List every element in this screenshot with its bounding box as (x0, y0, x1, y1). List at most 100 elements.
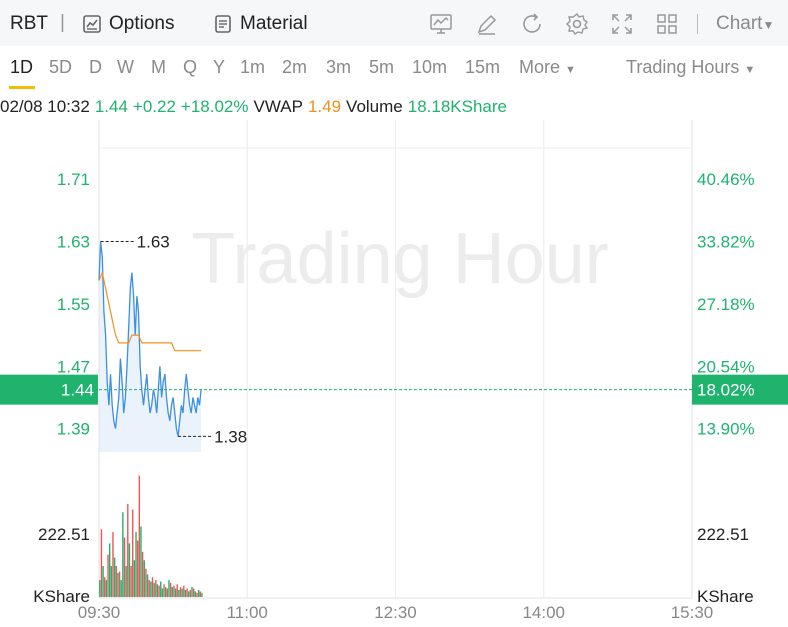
volume-value: 18.18KShare (407, 97, 507, 116)
volume-bar (173, 585, 175, 597)
volume-bar (150, 581, 152, 597)
volume-bar (155, 580, 157, 597)
time-tick-label: 09:30 (78, 603, 121, 622)
volume-bar (199, 591, 201, 597)
volume-bar (169, 582, 172, 597)
current-percent-tag-label: 18.02% (697, 381, 755, 400)
volume-bar (143, 560, 145, 597)
fullscreen-icon[interactable] (610, 12, 634, 36)
more-dropdown[interactable]: More ▼ (519, 57, 576, 78)
volume-bar (181, 588, 183, 597)
volume-bar (118, 571, 121, 597)
volume-bar (153, 582, 155, 597)
volume-bar (141, 551, 144, 597)
volume-bar (100, 529, 103, 597)
high-marker-label: 1.63 (137, 233, 170, 252)
draw-icon[interactable] (475, 12, 499, 36)
tab-15m[interactable]: 15m (465, 57, 500, 78)
tab-2m[interactable]: 2m (282, 57, 307, 78)
volume-bar (186, 588, 188, 597)
chart-type-dropdown[interactable]: Chart▼ (716, 13, 774, 35)
volume-bar (191, 587, 193, 597)
tab-w[interactable]: W (117, 57, 134, 78)
volume-bar (105, 580, 108, 597)
time-tick-label: 11:00 (227, 603, 268, 622)
volume-bar (189, 589, 192, 597)
percent-tick-label: 27.18% (697, 295, 755, 314)
top-toolbar: RBT | Options Material Chart▼ (0, 0, 788, 46)
volume-bar (151, 577, 154, 597)
volume-bar (156, 584, 159, 597)
volume-bar (166, 588, 169, 597)
percent-tick-label: 20.54% (697, 357, 755, 376)
volume-bar (194, 591, 197, 597)
volume-bar (130, 566, 132, 597)
settings-icon[interactable] (565, 12, 589, 36)
tab-1d[interactable]: 1D (10, 57, 33, 78)
volume-bar (183, 585, 185, 597)
volume-bar (132, 509, 134, 597)
volume-bar (117, 573, 119, 597)
tab-5m[interactable]: 5m (369, 57, 394, 78)
volume-bar (112, 532, 114, 597)
volume-bar (102, 566, 104, 597)
volume-bar (99, 580, 101, 597)
caret-down-icon: ▼ (565, 64, 576, 76)
tab-3m[interactable]: 3m (326, 57, 351, 78)
volume-bars (99, 475, 203, 597)
volume-bar (136, 540, 139, 597)
volume-bar (163, 584, 165, 597)
volume-bar (176, 584, 178, 597)
price-tick-label: 1.63 (57, 233, 90, 252)
volume-bar (171, 587, 173, 597)
volume-bar (113, 557, 116, 597)
tab-10m[interactable]: 10m (412, 57, 447, 78)
volume-bar (135, 532, 137, 597)
ticker-symbol[interactable]: RBT (10, 13, 48, 35)
time-tick-label: 15:30 (671, 603, 714, 622)
quote-change-pct: +18.02% (180, 97, 249, 116)
tab-y[interactable]: Y (213, 57, 225, 78)
time-axis-labels: 09:30 11:00 12:30 14:00 15:30 (78, 603, 714, 622)
volume-bar (125, 566, 127, 597)
volume-bar (178, 589, 180, 597)
volume-bar (197, 589, 200, 597)
options-icon (83, 15, 101, 33)
percent-tick-label: 13.90% (697, 420, 755, 439)
tab-d[interactable]: D (89, 57, 102, 78)
volume-bar (148, 580, 150, 597)
volume-bar (133, 560, 136, 597)
quote-datetime: 02/08 10:32 (0, 97, 90, 116)
material-label: Material (240, 13, 308, 34)
trading-hours-dropdown[interactable]: Trading Hours ▼ (626, 57, 755, 78)
volume-bar (192, 588, 195, 597)
volume-bar (188, 591, 190, 597)
percent-tick-label: 40.46% (697, 170, 755, 189)
volume-bar (164, 587, 167, 597)
volume-bar (107, 554, 109, 597)
quote-change: +0.22 (132, 97, 176, 116)
tab-5d[interactable]: 5D (49, 57, 72, 78)
options-button[interactable]: Options (82, 10, 174, 38)
volume-bar (184, 589, 187, 597)
layout-icon[interactable] (655, 12, 679, 36)
refresh-icon[interactable] (520, 12, 544, 36)
material-button[interactable]: Material (213, 10, 308, 38)
price-tick-label: 1.39 (57, 420, 90, 439)
volume-bar (128, 543, 131, 597)
intraday-chart[interactable]: Trading Hour 1.63 1.38 1.71 1.63 1.55 1.47 1… (0, 120, 788, 627)
volume-bar (104, 577, 106, 597)
volume-bar (168, 580, 170, 597)
volume-label: Volume (346, 97, 403, 116)
volume-bar (115, 566, 117, 597)
percent-tick-label: 33.82% (697, 233, 755, 252)
volume-bar (127, 503, 129, 597)
tab-m[interactable]: M (151, 57, 166, 78)
toolbar-divider (697, 14, 698, 34)
tab-q[interactable]: Q (183, 57, 197, 78)
tab-1m[interactable]: 1m (240, 57, 265, 78)
indicator-icon[interactable] (429, 12, 453, 36)
volume-bar (120, 580, 122, 597)
volume-bar (158, 585, 160, 597)
price-tick-label: 1.71 (57, 170, 90, 189)
